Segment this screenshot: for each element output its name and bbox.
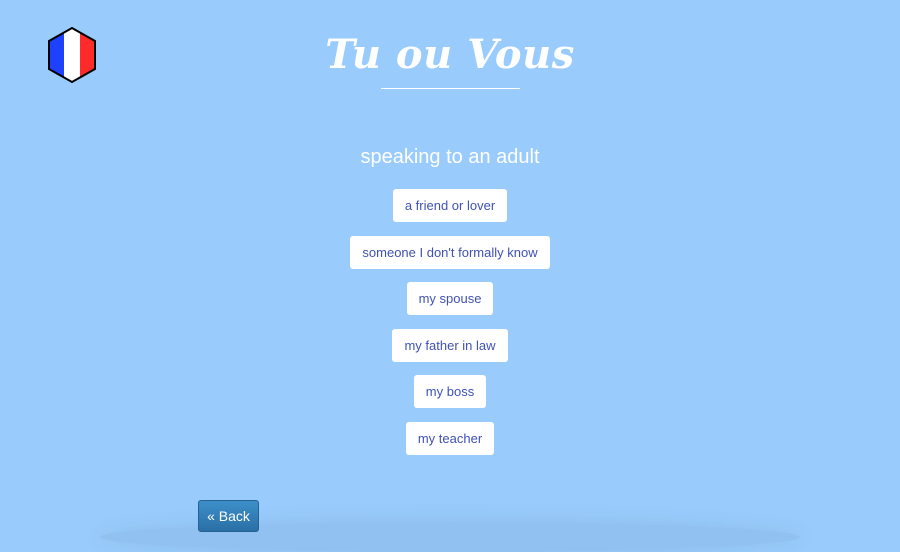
option-button-friend-or-lover[interactable]: a friend or lover — [392, 189, 508, 222]
question-text: speaking to an adult — [360, 146, 540, 168]
option-button-boss[interactable]: my boss — [413, 375, 487, 408]
options-list: a friend or lover someone I don't formal… — [0, 189, 900, 468]
title-divider — [381, 88, 520, 89]
page-title: Tu ou Vous — [325, 31, 575, 78]
back-button[interactable]: « Back — [198, 500, 259, 532]
option-button-teacher[interactable]: my teacher — [405, 421, 495, 455]
option-button-father-in-law[interactable]: my father in law — [392, 328, 508, 362]
option-button-spouse[interactable]: my spouse — [406, 282, 494, 315]
option-button-stranger[interactable]: someone I don't formally know — [350, 235, 550, 269]
